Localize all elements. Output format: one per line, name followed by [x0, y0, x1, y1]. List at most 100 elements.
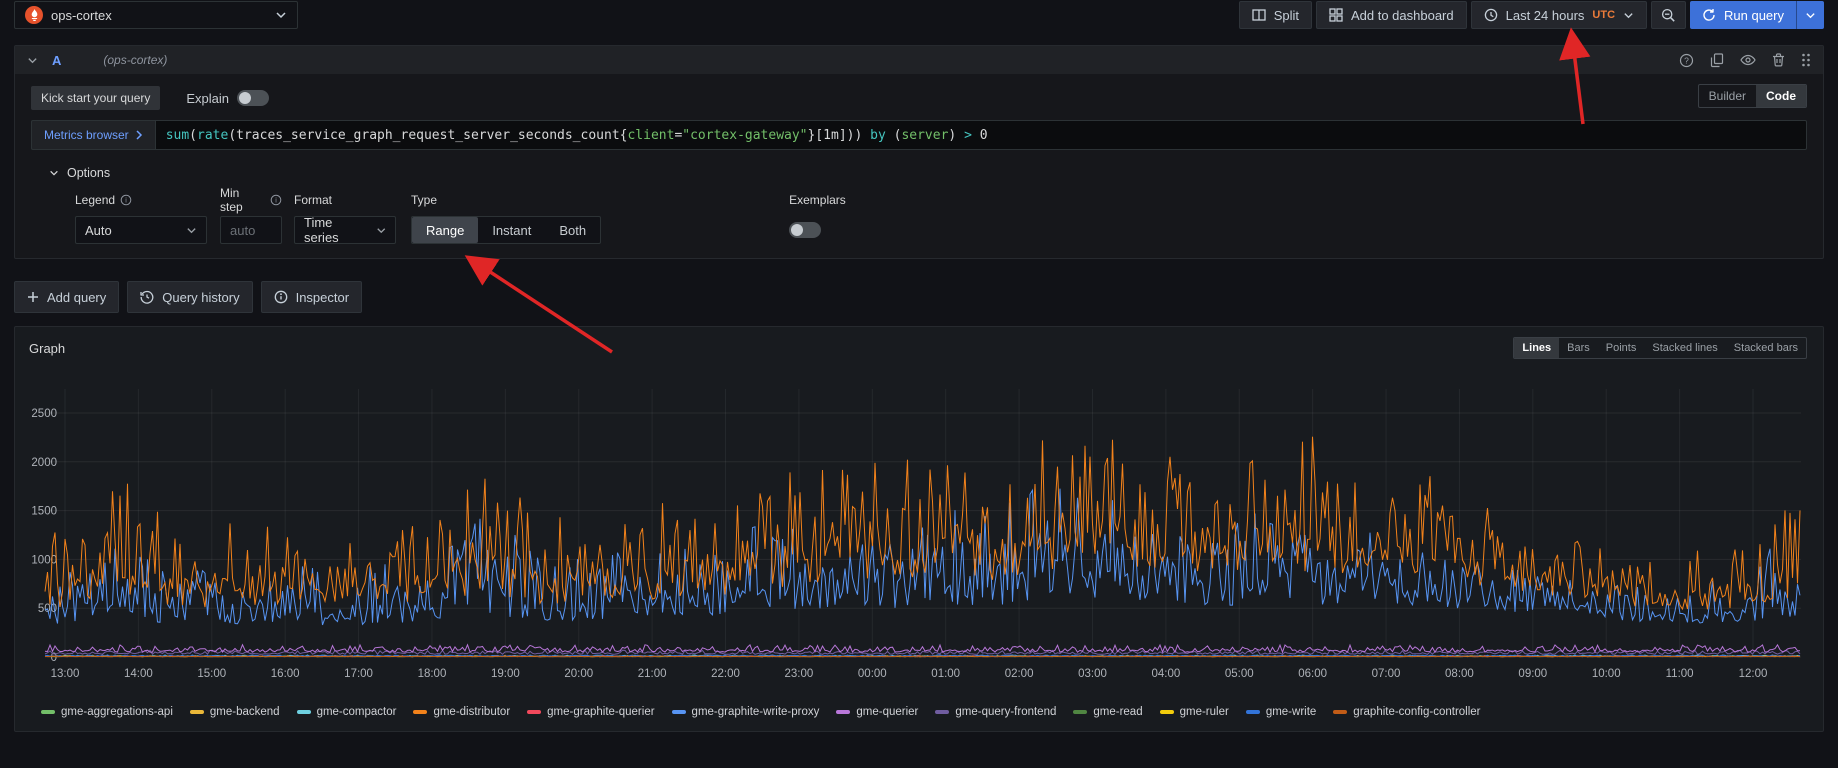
display-mode-bars[interactable]: Bars	[1559, 338, 1598, 358]
grafana-explore: ops-cortex Split Add to dashboard Last 2…	[0, 0, 1838, 732]
zoom-out-icon	[1661, 8, 1676, 23]
options-collapse[interactable]: Options	[31, 166, 1807, 180]
run-query-dropdown[interactable]	[1796, 1, 1824, 29]
legend-select[interactable]: Auto	[75, 216, 207, 244]
legend-swatch	[1246, 710, 1260, 714]
legend-swatch	[527, 710, 541, 714]
legend-item[interactable]: gme-aggregations-api	[41, 706, 173, 718]
legend-item[interactable]: gme-read	[1073, 706, 1142, 718]
timeseries-chart[interactable]: 0500100015002000250013:0014:0015:0016:00…	[29, 361, 1807, 697]
x-tick-label: 18:00	[418, 668, 447, 680]
query-token: 0	[972, 128, 988, 143]
x-tick-label: 19:00	[491, 668, 520, 680]
legend-item[interactable]: gme-compactor	[297, 706, 397, 718]
duplicate-icon[interactable]	[1710, 53, 1724, 68]
legend-item[interactable]: gme-distributor	[413, 706, 510, 718]
datasource-picker[interactable]: ops-cortex	[14, 1, 298, 29]
legend-item[interactable]: gme-backend	[190, 706, 280, 718]
legend-series-name: gme-distributor	[433, 706, 510, 718]
editor-mode-code[interactable]: Code	[1756, 85, 1806, 107]
x-tick-label: 17:00	[344, 668, 373, 680]
display-mode-lines[interactable]: Lines	[1514, 338, 1559, 358]
legend-item[interactable]: gme-graphite-write-proxy	[672, 706, 820, 718]
x-tick-label: 16:00	[271, 668, 300, 680]
chevron-down-icon	[186, 225, 197, 236]
query-editor-panel: A (ops-cortex) ? Kick start your query E…	[14, 45, 1824, 259]
time-range-label: Last 24 hours	[1506, 8, 1585, 23]
legend-item[interactable]: gme-write	[1246, 706, 1316, 718]
collapse-chevron-icon[interactable]	[27, 55, 38, 66]
info-icon: i	[120, 194, 132, 206]
trash-icon[interactable]	[1772, 53, 1785, 67]
x-tick-label: 08:00	[1445, 668, 1474, 680]
display-mode-points[interactable]: Points	[1598, 338, 1645, 358]
legend-label: Legend	[75, 193, 115, 207]
query-token: "cortex-gateway"	[682, 128, 807, 143]
add-query-button[interactable]: Add query	[14, 281, 119, 313]
query-history-button[interactable]: Query history	[127, 281, 252, 313]
legend-series-name: gme-backend	[210, 706, 280, 718]
exemplars-toggle[interactable]	[789, 222, 821, 238]
query-type-both[interactable]: Both	[545, 217, 600, 243]
metrics-browser-button[interactable]: Metrics browser	[31, 120, 155, 150]
legend-swatch	[297, 710, 311, 714]
query-token: )	[948, 128, 956, 143]
split-button[interactable]: Split	[1239, 1, 1312, 29]
query-type-range[interactable]: Range	[412, 217, 478, 243]
kick-start-query-button[interactable]: Kick start your query	[31, 86, 160, 110]
chevron-right-icon	[135, 130, 143, 140]
chevron-down-icon	[1623, 10, 1634, 21]
legend-swatch	[935, 710, 949, 714]
legend-series-name: gme-read	[1093, 706, 1142, 718]
legend-item[interactable]: graphite-config-controller	[1333, 706, 1480, 718]
y-tick-label: 2500	[31, 408, 57, 420]
editor-mode-builder[interactable]: Builder	[1699, 85, 1756, 107]
display-mode-stacked-bars[interactable]: Stacked bars	[1726, 338, 1806, 358]
help-icon[interactable]: ?	[1679, 53, 1694, 68]
time-range-picker[interactable]: Last 24 hours UTC	[1471, 1, 1647, 29]
min-step-input[interactable]	[220, 216, 282, 244]
drag-handle-icon[interactable]	[1801, 53, 1811, 67]
inspector-button[interactable]: Inspector	[261, 281, 362, 313]
legend-swatch	[190, 710, 204, 714]
query-token: }	[808, 128, 816, 143]
query-token: >	[964, 128, 972, 143]
series-line-graphite-config-controller	[45, 656, 1800, 657]
clock-icon	[1484, 8, 1498, 22]
svg-text:?: ?	[1684, 55, 1689, 65]
x-tick-label: 09:00	[1518, 668, 1547, 680]
zoom-out-button[interactable]	[1651, 1, 1686, 29]
legend-swatch	[672, 710, 686, 714]
display-mode-stacked-lines[interactable]: Stacked lines	[1644, 338, 1725, 358]
x-tick-label: 10:00	[1592, 668, 1621, 680]
x-tick-label: 01:00	[931, 668, 960, 680]
x-tick-label: 04:00	[1151, 668, 1180, 680]
promql-query-input[interactable]: sum(rate(traces_service_graph_request_se…	[155, 120, 1807, 150]
query-token: (	[189, 128, 197, 143]
info-icon: i	[270, 194, 282, 206]
query-type-instant[interactable]: Instant	[478, 217, 545, 243]
x-tick-label: 02:00	[1005, 668, 1034, 680]
query-token: [1m]	[815, 128, 846, 143]
graph-display-mode-switch: LinesBarsPointsStacked linesStacked bars	[1513, 337, 1807, 359]
svg-text:i: i	[125, 198, 127, 205]
x-tick-label: 20:00	[564, 668, 593, 680]
legend-item[interactable]: gme-querier	[836, 706, 918, 718]
query-ref-id: A	[52, 53, 61, 68]
add-to-dashboard-button[interactable]: Add to dashboard	[1316, 1, 1467, 29]
legend-item[interactable]: gme-graphite-querier	[527, 706, 654, 718]
x-tick-label: 11:00	[1666, 668, 1694, 680]
run-query-button[interactable]: Run query	[1690, 1, 1824, 29]
eye-icon[interactable]	[1740, 54, 1756, 66]
legend-item[interactable]: gme-ruler	[1160, 706, 1229, 718]
format-select[interactable]: Time series	[294, 216, 396, 244]
query-row-header[interactable]: A (ops-cortex) ?	[15, 46, 1823, 74]
chart-legend: gme-aggregations-api gme-backend gme-compa…	[41, 701, 1807, 723]
x-tick-label: 05:00	[1225, 668, 1254, 680]
query-token: rate	[197, 128, 228, 143]
legend-swatch	[413, 710, 427, 714]
sync-icon	[1702, 8, 1716, 22]
legend-item[interactable]: gme-query-frontend	[935, 706, 1056, 718]
explain-toggle[interactable]	[237, 90, 269, 106]
legend-series-name: gme-querier	[856, 706, 918, 718]
